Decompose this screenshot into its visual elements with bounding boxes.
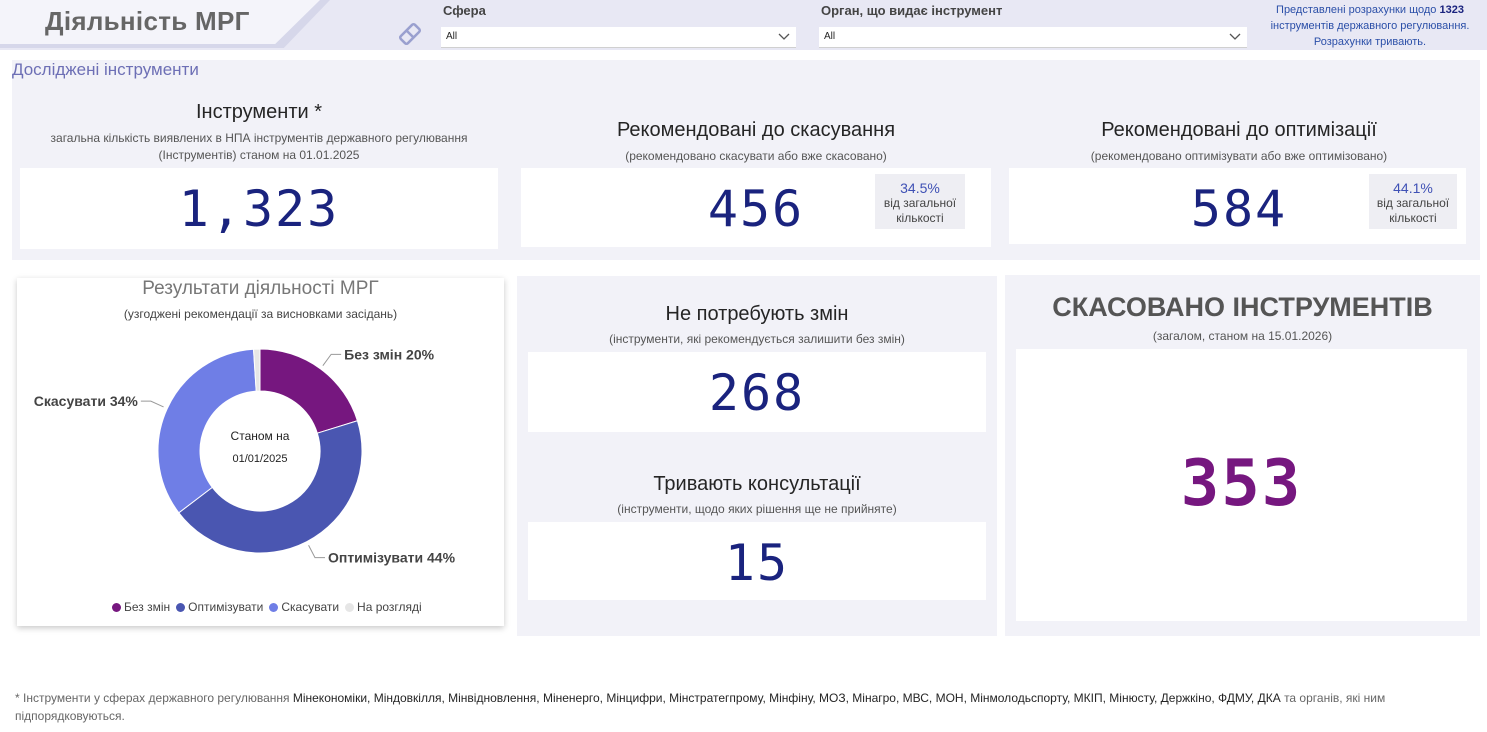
legend-item-2[interactable]: Скасувати: [269, 600, 339, 614]
donut-leader-line-0: [322, 353, 342, 366]
kpi-optimize-title: Рекомендовані до оптимізації: [1101, 119, 1377, 141]
legend-dot-icon: [269, 603, 279, 612]
kpi-cancel-pct: 34.5%: [900, 180, 940, 196]
donut-label-2: Скасувати 34%: [34, 393, 139, 409]
kpi-optimize-pct: 44.1%: [1393, 180, 1433, 196]
kpi-cancelled-title: СКАСОВАНО ІНСТРУМЕНТІВ: [1052, 292, 1433, 322]
kpi-total-value: 1,323: [178, 180, 340, 238]
kpi-cancel-pct-label: від загальної кількості: [883, 196, 957, 225]
donut-center-line2: 01/01/2025: [232, 453, 287, 465]
kpi-cancel-card: 456 34.5% від загальної кількості: [521, 168, 991, 247]
kpi-total-subtitle: загальна кількість виявлених в НПА інстр…: [50, 131, 468, 162]
legend-dot-icon: [112, 603, 121, 612]
note-line3: Розрахунки тривають.: [1313, 36, 1427, 48]
donut-chart: Без змін 20% Оптимізувати 44% Скасувати 34…: [34, 346, 456, 566]
kpi-consult-title: Тривають консультації: [653, 473, 861, 495]
sphere-dropdown-value: All: [446, 31, 458, 42]
kpi-nochange-value: 268: [708, 364, 806, 422]
kpi-consult-subtitle: (інструменти, щодо яких рішення ще не пр…: [617, 502, 897, 516]
legend-item-0[interactable]: Без змін: [112, 600, 170, 614]
donut-center-line1: Станом на: [231, 429, 290, 443]
kpi-optimize-pct-label: від загальної кількості: [1376, 196, 1450, 225]
kpi-nochange-subtitle: (інструменти, які рекомендується залишит…: [609, 332, 905, 346]
donut-card: Результати діяльності МРГ (узгоджені рек…: [17, 278, 504, 626]
donut-label-0: Без змін 20%: [344, 346, 434, 362]
donut-slice-0[interactable]: [259, 348, 359, 434]
kpi-cancel-title: Рекомендовані до скасування: [616, 119, 896, 141]
header-bar: Діяльність МРГ Сфера All Орган, що видає…: [0, 0, 1487, 50]
sphere-dropdown[interactable]: All: [441, 27, 796, 48]
authority-dropdown[interactable]: All: [819, 27, 1247, 48]
donut-legend: Без змін Оптимізувати Скасувати На розгляді: [112, 600, 422, 614]
kpi-nochange-card: 268: [528, 352, 986, 432]
footnote-prefix: * Інструменти у сферах державного регулю…: [15, 691, 290, 705]
section-title: Досліджені інструменти: [12, 60, 199, 79]
kpi-cancel-subtitle: (рекомендовано скасувати або вже скасова…: [625, 149, 887, 163]
note-suffix: інструментів державного регулювання.: [1270, 20, 1470, 32]
note-prefix: Представлені розрахунки щодо: [1276, 4, 1437, 16]
filter-label-sphere: Сфера: [443, 3, 486, 18]
legend-dot-icon: [345, 603, 355, 612]
footnote: * Інструменти у сферах державного регулю…: [15, 689, 1475, 725]
kpi-total-title: Інструменти *: [195, 101, 323, 123]
footnote-list: Мінекономіки, Міндовкілля, Мінвідновленн…: [292, 691, 1281, 705]
kpi-cancelled-value: 353: [1180, 447, 1303, 521]
page-title: Діяльність МРГ: [45, 6, 250, 36]
calculation-note: Представлені розрахунки щодо 1323 інстру…: [1255, 2, 1485, 50]
authority-dropdown-value: All: [824, 31, 836, 42]
kpi-nochange-title: Не потребують змін: [665, 303, 849, 325]
note-count: 1323: [1439, 4, 1464, 16]
legend-label: На розгляді: [357, 600, 422, 614]
kpi-total-card: 1,323: [20, 168, 498, 249]
kpi-cancelled-card: 353: [1016, 349, 1467, 621]
legend-label: Скасувати: [281, 600, 340, 614]
legend-label: Без змін: [124, 600, 171, 614]
kpi-optimize-subtitle: (рекомендовано оптимізувати або вже опти…: [1090, 149, 1388, 163]
donut-leader-line-1: [308, 544, 325, 559]
donut-label-1: Оптимізувати 44%: [328, 550, 456, 566]
kpi-consult-value: 15: [724, 534, 790, 592]
kpi-cancelled-subtitle: (загалом, станом на 15.01.2026): [1152, 329, 1333, 343]
kpi-optimize-pct-box: 44.1% від загальної кількості: [1369, 174, 1457, 229]
legend-item-3[interactable]: На розгляді: [345, 600, 422, 614]
kpi-cancel-pct-box: 34.5% від загальної кількості: [875, 174, 965, 229]
legend-dot-icon: [176, 603, 186, 612]
kpi-optimize-card: 584 44.1% від загальної кількості: [1009, 168, 1466, 244]
donut-leader-line-2: [140, 400, 164, 408]
legend-item-1[interactable]: Оптимізувати: [176, 600, 263, 614]
chevron-down-icon: [778, 33, 790, 40]
kpi-consult-card: 15: [528, 522, 986, 600]
kpi-optimize-value: 584: [1190, 180, 1288, 238]
clear-filters-icon[interactable]: [397, 21, 423, 47]
chevron-down-icon: [1229, 33, 1241, 40]
filter-label-authority: Орган, що видає інструмент: [821, 3, 1003, 18]
legend-label: Оптимізувати: [188, 600, 264, 614]
kpi-cancel-value: 456: [707, 180, 805, 238]
